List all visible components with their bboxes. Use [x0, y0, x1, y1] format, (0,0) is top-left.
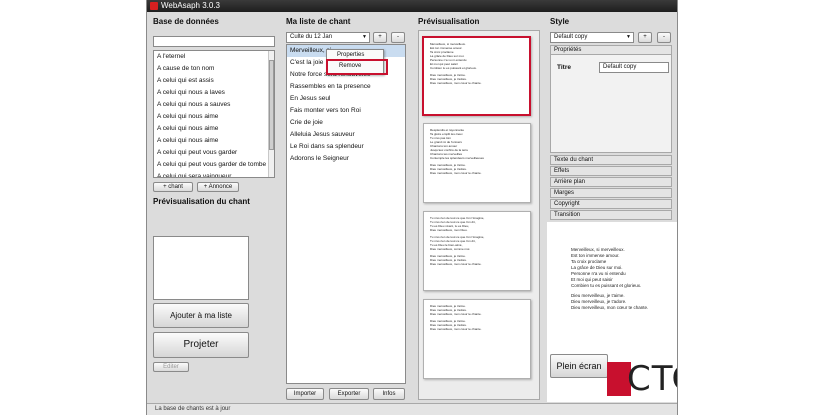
export-button[interactable]: Exporter — [329, 388, 369, 400]
properties-panel: Propriétés Titre Default copy — [550, 45, 672, 153]
my-song-list: Merveilleux, si C'est la joie Notre force … — [286, 44, 406, 384]
database-heading: Base de données — [153, 17, 219, 26]
project-button[interactable]: Projeter — [153, 332, 249, 358]
list-item[interactable]: A cause de ton nom — [154, 63, 274, 75]
list-item[interactable]: A celui qui peut vous garder de tombe — [154, 159, 274, 171]
slide-thumbnail[interactable]: Dieu merveilleux, je t'aime. Dieu merveil… — [423, 299, 531, 379]
add-to-list-button[interactable]: Ajouter à ma liste — [153, 303, 249, 328]
chevron-down-icon: ▼ — [626, 34, 631, 40]
style-select[interactable]: Default copy ▼ — [550, 32, 634, 43]
info-button[interactable]: Infos — [373, 388, 405, 400]
list-item[interactable]: Fais monter vers ton Roi — [287, 105, 405, 117]
section-effects[interactable]: Effets — [550, 166, 672, 176]
style-select-value: Default copy — [554, 34, 588, 40]
slide-line: Dieu merveilleux, mon cœur te chante. — [430, 81, 482, 85]
output-lyrics: Merveilleux, si merveilleux. Est ton imme… — [571, 247, 648, 311]
list-item[interactable]: Alleluia Jesus sauveur — [287, 129, 405, 141]
edit-button[interactable]: Editer — [153, 362, 189, 372]
properties-section-heading[interactable]: Propriétés — [550, 45, 672, 55]
list-item[interactable]: A celui qui peut vous garder — [154, 147, 274, 159]
list-item[interactable]: A celui qui nous aime — [154, 111, 274, 123]
title-field[interactable]: Default copy — [599, 62, 669, 73]
list-item[interactable]: A celui qui est assis — [154, 75, 274, 87]
song-preview-heading: Prévisualisation du chant — [153, 197, 250, 206]
list-item[interactable]: A celui qui nous a laves — [154, 87, 274, 99]
list-item[interactable]: Crie de joie — [287, 117, 405, 129]
remove-highlight-box — [326, 59, 388, 75]
slide-thumbnail[interactable]: Merveilleux, si merveilleux. Est ton imme… — [422, 36, 531, 116]
add-song-button[interactable]: + chant — [153, 182, 193, 192]
section-transition[interactable]: Transition — [550, 210, 672, 220]
list-item[interactable]: A celui qui nous a sauves — [154, 99, 274, 111]
list-item[interactable]: Rassembles en ta presence — [287, 81, 405, 93]
preview-heading: Prévisualisation — [418, 17, 480, 26]
list-select[interactable]: Culte du 12 Jan ▼ — [286, 32, 370, 43]
app-icon — [150, 2, 158, 10]
add-list-button[interactable]: + — [373, 32, 387, 43]
status-bar: La base de chants est à jour — [147, 403, 677, 415]
song-preview-area — [153, 236, 249, 300]
list-item[interactable]: A celui qui nous aime — [154, 135, 274, 147]
database-song-list: A l'eternel A cause de ton nom A celui qui… — [153, 50, 275, 178]
remove-list-button[interactable]: - — [391, 32, 405, 43]
remove-style-button[interactable]: - — [657, 32, 671, 43]
window-title: WebAsaph 3.0.3 — [161, 1, 221, 10]
slide-preview-panel: Merveilleux, si merveilleux. Est ton imme… — [418, 30, 540, 400]
import-button[interactable]: Importer — [286, 388, 324, 400]
output-line: Dieu merveilleux, mon cœur te chante. — [571, 305, 649, 310]
database-scrollbar[interactable] — [268, 51, 274, 177]
app-window: WebAsaph 3.0.3 Base de données A l'etern… — [146, 0, 678, 415]
fullscreen-button[interactable]: Plein écran — [550, 354, 608, 378]
chevron-down-icon: ▼ — [362, 34, 367, 40]
status-text: La base de chants est à jour — [155, 406, 231, 412]
slide-thumbnail[interactable]: Tu n'es rien de tout ce que l'on t'imagi… — [423, 211, 531, 291]
slide-thumbnail[interactable]: Resplendis et rayonnante Ta gloire emplit… — [423, 123, 531, 203]
scroll-thumb[interactable] — [269, 60, 274, 150]
slide-line: Dieu merveilleux, mon cœur te chante. — [430, 171, 482, 175]
title-bar: WebAsaph 3.0.3 — [147, 0, 677, 12]
section-copyright[interactable]: Copyright — [550, 199, 672, 209]
add-announce-button[interactable]: + Annonce — [197, 182, 239, 192]
output-line: Combien tu es puissant et glorieux. — [571, 283, 642, 288]
title-label: Titre — [557, 64, 571, 71]
list-item[interactable]: Adorons le Seigneur — [287, 153, 405, 165]
add-style-button[interactable]: + — [638, 32, 652, 43]
section-margins[interactable]: Marges — [550, 188, 672, 198]
list-select-value: Culte du 12 Jan — [290, 34, 333, 40]
my-list-heading: Ma liste de chant — [286, 17, 351, 26]
list-item[interactable]: A celui qui sera vainqueur — [154, 171, 274, 177]
slide-line: Dieu merveilleux, mon cœur te chante. — [430, 262, 482, 266]
list-item[interactable]: A celui qui nous aime — [154, 123, 274, 135]
style-heading: Style — [550, 17, 570, 26]
logo-text: CTC — [627, 359, 677, 399]
database-search-input[interactable] — [153, 36, 275, 47]
list-item[interactable]: A l'eternel — [154, 51, 274, 63]
live-output-screen: Merveilleux, si merveilleux. Est ton imme… — [547, 222, 677, 402]
section-background[interactable]: Arrière plan — [550, 177, 672, 187]
list-item[interactable]: En Jesus seul — [287, 93, 405, 105]
section-song-text[interactable]: Texte du chant — [550, 155, 672, 165]
slide-line: Dieu merveilleux, mon cœur te chante. — [430, 327, 482, 331]
list-item[interactable]: Le Roi dans sa splendeur — [287, 141, 405, 153]
